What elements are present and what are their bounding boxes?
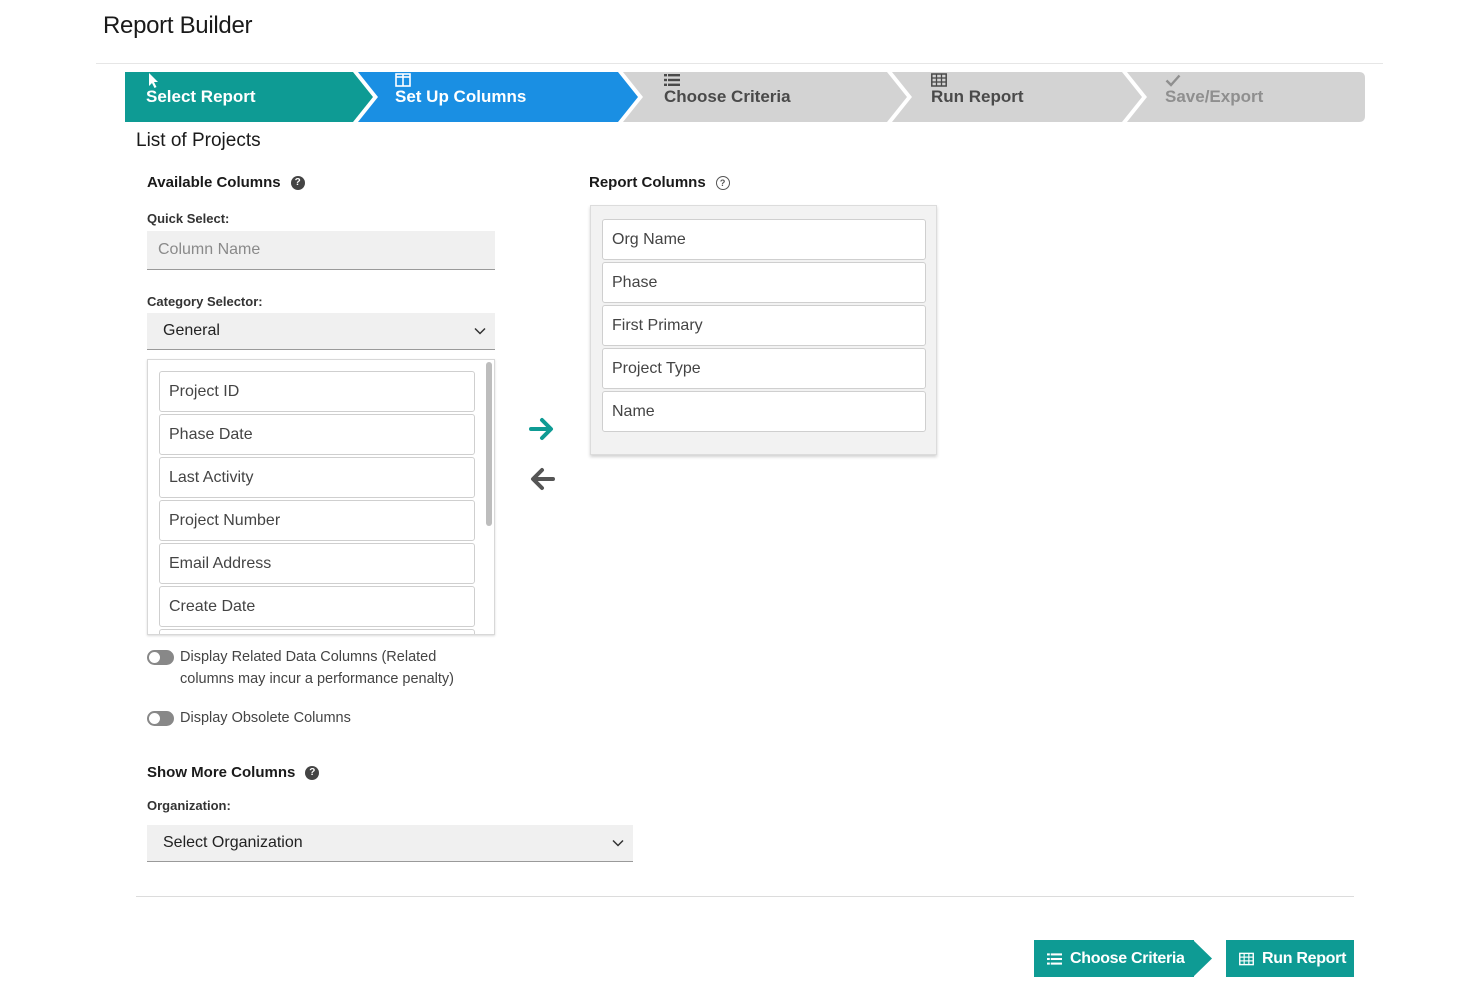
step-label-run-report: Run Report <box>931 87 1024 106</box>
help-icon[interactable]: ? <box>305 765 320 780</box>
list-icon <box>664 74 680 86</box>
category-selector-dropdown[interactable]: General <box>147 313 495 350</box>
report-name: List of Projects <box>136 130 261 151</box>
help-outline-icon[interactable]: ? <box>715 175 730 190</box>
report-column-item[interactable]: Project Type <box>602 348 926 389</box>
step-label-select-report: Select Report <box>146 87 256 106</box>
available-columns-heading: Available Columns ? <box>147 174 305 191</box>
related-columns-label: Display Related Data Columns (Related co… <box>180 646 454 690</box>
quick-select-input[interactable] <box>147 231 495 270</box>
list-scrollbar[interactable] <box>486 362 492 526</box>
footer-divider <box>136 896 1354 897</box>
available-column-item-partial[interactable] <box>159 629 475 634</box>
step-choose-criteria[interactable]: Choose Criteria <box>664 72 791 122</box>
available-column-item[interactable]: Phase Date <box>159 414 475 455</box>
step-label-save-export: Save/Export <box>1165 87 1264 106</box>
title-divider <box>96 63 1383 64</box>
report-column-item[interactable]: Phase <box>602 262 926 303</box>
run-report-button[interactable]: Run Report <box>1226 940 1354 977</box>
obsolete-columns-toggle[interactable] <box>147 711 174 726</box>
report-columns-list[interactable]: Org Name Phase First Primary Project Typ… <box>590 205 937 455</box>
available-column-item[interactable]: Create Date <box>159 586 475 627</box>
cursor-pointer-icon <box>149 73 158 88</box>
available-column-item[interactable]: Project ID <box>159 371 475 412</box>
arrow-left-icon[interactable] <box>529 466 555 492</box>
available-columns-title: Available Columns <box>147 174 281 191</box>
list-icon <box>1047 952 1062 965</box>
arrow-right-icon[interactable] <box>529 416 555 442</box>
chevron-down-icon <box>474 327 486 335</box>
report-column-item[interactable]: Org Name <box>602 219 926 260</box>
chevron-down-icon <box>612 839 624 847</box>
quick-select-label: Quick Select: <box>147 211 230 226</box>
available-column-item[interactable]: Last Activity <box>159 457 475 498</box>
columns-icon <box>395 73 411 87</box>
step-select-report[interactable]: Select Report <box>146 72 256 122</box>
report-columns-heading: Report Columns ? <box>589 174 730 191</box>
report-column-item[interactable]: Name <box>602 391 926 432</box>
choose-criteria-button[interactable]: Choose Criteria <box>1034 940 1194 977</box>
available-column-item[interactable]: Project Number <box>159 500 475 541</box>
organization-dropdown[interactable]: Select Organization <box>147 825 633 862</box>
choose-criteria-button-label: Choose Criteria <box>1070 949 1185 967</box>
category-selector-label: Category Selector: <box>147 294 263 309</box>
organization-selected-value: Select Organization <box>163 834 303 851</box>
run-report-button-label: Run Report <box>1262 949 1347 967</box>
report-column-item[interactable]: First Primary <box>602 305 926 346</box>
wizard-steps: Select Report Set Up Columns Choose Crit… <box>125 72 1365 122</box>
available-column-item[interactable]: Email Address <box>159 543 475 584</box>
related-columns-label-line1: Display Related Data Columns (Related <box>180 649 437 665</box>
report-columns-title: Report Columns <box>589 174 706 191</box>
button-arrow-tip <box>1193 940 1212 977</box>
step-run-report[interactable]: Run Report <box>931 72 1024 122</box>
step-label-set-up-columns: Set Up Columns <box>395 87 527 106</box>
table-icon <box>931 73 947 87</box>
check-icon <box>1165 74 1181 87</box>
step-save-export: Save/Export <box>1165 72 1263 122</box>
show-more-columns-title: Show More Columns <box>147 764 296 781</box>
related-columns-label-line2: columns may incur a performance penalty) <box>180 671 455 687</box>
category-selected-value: General <box>163 322 220 339</box>
available-columns-list[interactable]: Project ID Phase Date Last Activity Proj… <box>147 359 495 635</box>
step-label-choose-criteria: Choose Criteria <box>664 87 791 106</box>
obsolete-columns-label: Display Obsolete Columns <box>180 710 351 726</box>
related-columns-toggle[interactable] <box>147 650 174 665</box>
table-icon <box>1239 952 1254 965</box>
show-more-columns-heading: Show More Columns ? <box>147 764 320 781</box>
organization-label: Organization: <box>147 798 231 813</box>
step-set-up-columns[interactable]: Set Up Columns <box>395 72 526 122</box>
page-title: Report Builder <box>103 12 253 39</box>
help-icon[interactable]: ? <box>290 175 305 190</box>
